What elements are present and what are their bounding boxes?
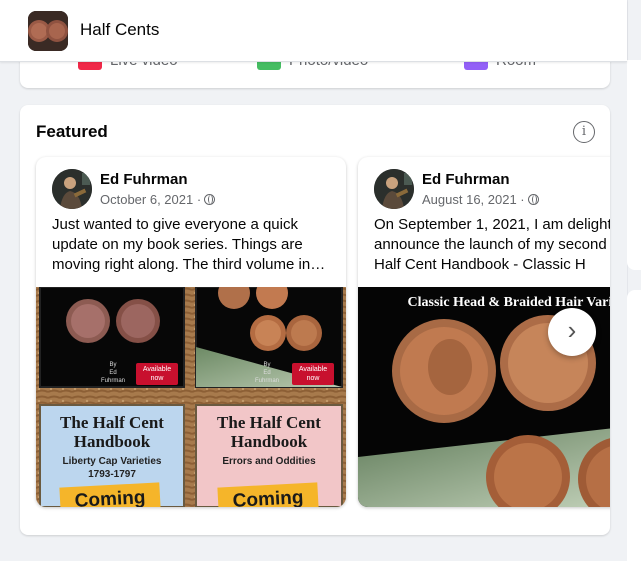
info-icon[interactable]: i	[573, 121, 595, 143]
featured-section: Featured i Ed Fuhrman October 6, 2021 · …	[20, 105, 610, 535]
globe-icon	[527, 194, 539, 205]
author-name[interactable]: Ed Fuhrman	[100, 171, 188, 188]
available-badge: Available now	[136, 363, 178, 385]
post-text: On September 1, 2021, I am delighte anno…	[374, 216, 610, 273]
author-avatar[interactable]	[374, 169, 414, 209]
book-subtitle: Liberty Cap Varieties 1793-1797	[62, 456, 162, 480]
book-subtitle: Errors and Oddities	[222, 456, 316, 467]
post-text: Just wanted to give everyone a quick upd…	[52, 216, 326, 273]
author-credit: By Ed Fuhrman	[100, 362, 125, 384]
side-card-edge	[627, 290, 641, 561]
post-date[interactable]: October 6, 2021 ·	[100, 192, 216, 207]
book-title: The Half Cent Handbook	[60, 413, 164, 451]
available-badge: Available now	[292, 363, 334, 385]
group-header: Half Cents	[0, 0, 627, 62]
post-date-text[interactable]: October 6, 2021 ·	[100, 192, 201, 207]
globe-icon	[204, 194, 216, 205]
group-avatar[interactable]	[28, 11, 68, 51]
post-date-text[interactable]: August 16, 2021 ·	[422, 192, 525, 207]
group-title[interactable]: Half Cents	[80, 20, 159, 40]
book-cover: The Half Cent Handbook Liberty Cap Varie…	[40, 413, 184, 481]
book-cover: The Half Cent Handbook Errors and Odditi…	[196, 413, 342, 468]
author-name[interactable]: Ed Fuhrman	[422, 171, 510, 188]
book-title: The Half Cent Handbook	[217, 413, 321, 451]
side-card-edge	[627, 60, 641, 270]
next-arrow-icon[interactable]: ›	[548, 308, 596, 356]
author-avatar[interactable]	[52, 169, 92, 209]
post-date[interactable]: August 16, 2021 ·	[422, 192, 539, 207]
featured-post-card[interactable]: Ed Fuhrman October 6, 2021 · Just wanted…	[36, 157, 346, 507]
featured-title: Featured	[36, 122, 108, 141]
author-credit: By Ed Fuhrman	[254, 362, 279, 384]
post-image[interactable]: By Ed Fuhrman Available now By Ed Fuhrma…	[36, 287, 346, 507]
coming-badge: Coming	[217, 482, 319, 507]
coming-badge: Coming	[59, 482, 161, 507]
